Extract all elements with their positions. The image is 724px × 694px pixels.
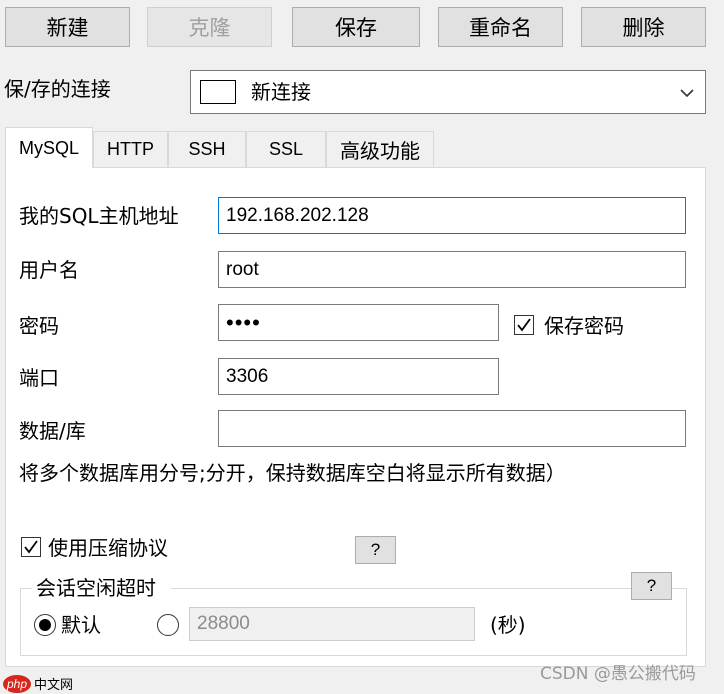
timeout-default-radio[interactable] xyxy=(34,614,56,636)
port-input[interactable]: 3306 xyxy=(218,358,499,395)
clone-button[interactable]: 克隆 xyxy=(147,7,272,47)
save-password-checkbox[interactable] xyxy=(514,315,534,335)
port-label: 端口 xyxy=(19,366,59,390)
database-hint: 将多个数据库用分号;分开，保持数据库空白将显示所有数据） xyxy=(19,461,566,485)
compression-help-button[interactable]: ? xyxy=(355,536,396,564)
timeout-help-button[interactable]: ? xyxy=(631,572,672,600)
php-logo: php 中文网 xyxy=(3,674,73,693)
checkmark-icon xyxy=(24,540,38,554)
delete-button[interactable]: 删除 xyxy=(581,7,706,47)
csdn-watermark: CSDN @愚公搬代码 xyxy=(540,664,696,684)
timeout-group-label: 会话空闲超时 xyxy=(36,576,156,600)
password-input[interactable]: •••• xyxy=(218,304,499,341)
saved-connection-select[interactable]: 新连接 xyxy=(190,70,706,114)
tab-ssl[interactable]: SSL xyxy=(246,131,326,167)
user-label: 用户名 xyxy=(19,258,79,282)
save-button[interactable]: 保存 xyxy=(292,7,420,47)
user-input[interactable]: root xyxy=(218,251,686,288)
database-label: 数据/库 xyxy=(19,419,86,443)
tab-ssh[interactable]: SSH xyxy=(168,131,246,167)
host-input[interactable]: 192.168.202.128 xyxy=(218,197,686,234)
tab-mysql[interactable]: MySQL xyxy=(5,127,93,168)
chevron-down-icon xyxy=(680,89,694,98)
save-password-label: 保存密码 xyxy=(544,314,624,338)
timeout-groupbox-border-right xyxy=(672,588,687,589)
checkmark-icon xyxy=(517,318,531,332)
rename-button[interactable]: 重命名 xyxy=(438,7,563,47)
connection-color-swatch xyxy=(200,80,236,104)
database-input[interactable] xyxy=(218,410,686,447)
compression-checkbox[interactable] xyxy=(21,537,41,557)
timeout-groupbox-border-mid xyxy=(171,588,631,589)
saved-connection-value: 新连接 xyxy=(251,80,311,104)
timeout-default-label: 默认 xyxy=(61,613,101,637)
host-label: 我的SQL主机地址 xyxy=(19,204,179,228)
tab-advanced[interactable]: 高级功能 xyxy=(326,131,434,167)
timeout-value-input[interactable]: 28800 xyxy=(189,607,475,641)
timeout-groupbox-border-left xyxy=(20,588,32,589)
password-label: 密码 xyxy=(19,314,59,338)
saved-connection-label: 保/存的连接 xyxy=(4,77,111,101)
timeout-unit-label: (秒) xyxy=(490,613,526,637)
compression-label: 使用压缩协议 xyxy=(48,536,168,560)
timeout-custom-radio[interactable] xyxy=(157,614,179,636)
new-button[interactable]: 新建 xyxy=(5,7,130,47)
tab-http[interactable]: HTTP xyxy=(93,131,168,167)
